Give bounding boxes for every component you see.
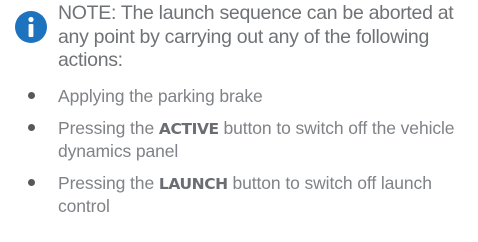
- list-item-text: Applying the parking brake: [58, 86, 263, 106]
- list-item: Pressing the LAUNCH button to switch off…: [28, 172, 468, 217]
- list-item-text-prefix: Pressing the: [58, 118, 159, 138]
- abort-actions-list: Applying the parking brake Pressing the …: [28, 85, 468, 227]
- bullet-icon: [28, 124, 35, 131]
- list-item: Applying the parking brake: [28, 85, 468, 107]
- bullet-icon: [28, 92, 35, 99]
- active-button-name: ACTIVE: [158, 120, 219, 138]
- list-item: Pressing the ACTIVE button to switch off…: [28, 117, 468, 162]
- launch-button-name: LAUNCH: [158, 175, 228, 193]
- note-text: NOTE: The launch sequence can be aborted…: [58, 2, 454, 71]
- list-item-text-prefix: Pressing the: [58, 173, 159, 193]
- bullet-icon: [28, 179, 35, 186]
- info-icon: [15, 11, 47, 43]
